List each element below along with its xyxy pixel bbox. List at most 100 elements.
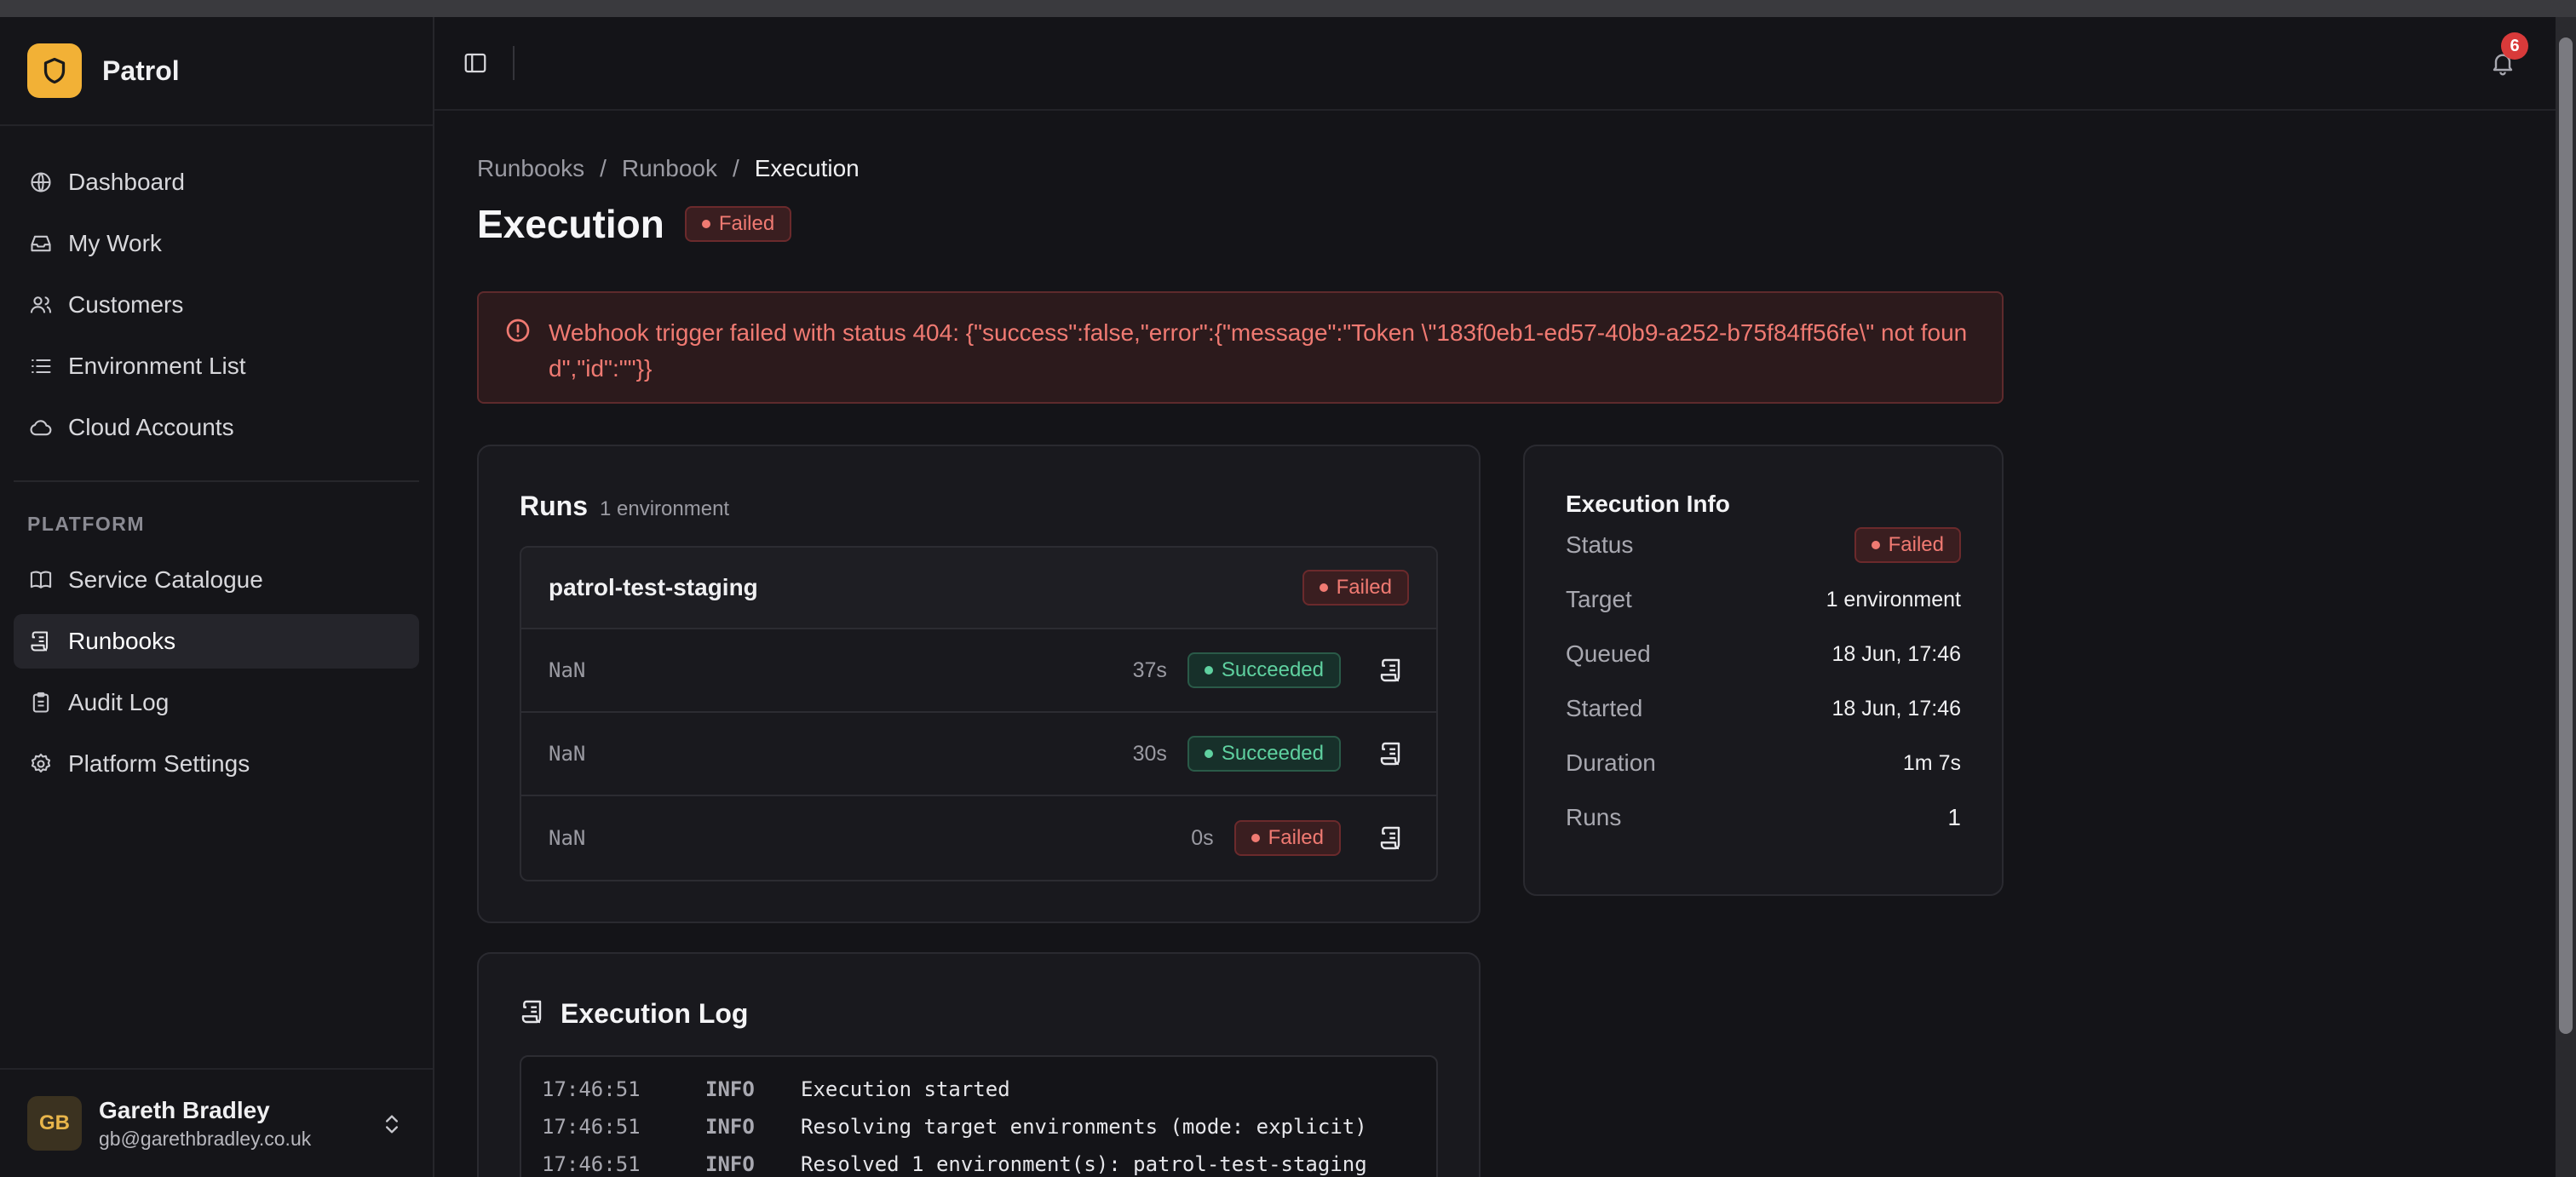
status-badge-label: Succeeded <box>1221 658 1324 681</box>
sidebar-item-label: Customers <box>68 291 184 318</box>
log-message: Resolving target environments (mode: exp… <box>801 1115 1367 1139</box>
view-log-button[interactable] <box>1375 821 1409 855</box>
info-label: Duration <box>1566 749 1656 776</box>
info-label: Target <box>1566 586 1632 612</box>
status-badge: Failed <box>1233 820 1341 856</box>
run-duration: 37s <box>1132 657 1167 682</box>
sidebar-item-customers[interactable]: Customers <box>14 278 419 332</box>
list-icon <box>27 353 55 380</box>
run-duration: 0s <box>1191 825 1214 850</box>
environment-row[interactable]: patrol-test-staging Failed <box>521 548 1436 629</box>
sidebar-item-label: Platform Settings <box>68 750 250 777</box>
status-dot <box>1319 583 1328 592</box>
breadcrumb-separator: / <box>732 155 739 181</box>
header-separator <box>513 46 515 80</box>
runs-table: patrol-test-staging Failed NaN 37s Succe… <box>520 546 1438 881</box>
sidebar-divider <box>14 480 419 482</box>
sidebar-item-runbooks[interactable]: Runbooks <box>14 614 419 669</box>
sidebar-item-label: Service Catalogue <box>68 566 263 593</box>
alert-circle-icon <box>504 317 533 346</box>
scroll-icon <box>1380 742 1400 766</box>
status-badge-label: Failed <box>718 212 775 235</box>
brand-name: Patrol <box>102 55 180 86</box>
execution-info-card: Execution Info Status Failed Target 1 en… <box>1523 445 2004 896</box>
user-info: Gareth Bradley gb@garethbradley.co.uk <box>99 1097 311 1151</box>
user-menu[interactable]: GB Gareth Bradley gb@garethbradley.co.uk <box>0 1068 433 1177</box>
run-duration: 30s <box>1132 741 1167 766</box>
run-row[interactable]: NaN 30s Succeeded <box>521 713 1436 796</box>
panel-left-icon <box>464 53 486 73</box>
log-message: Execution started <box>801 1077 1010 1101</box>
page-content: Runbooks / Runbook / Execution Execution… <box>477 111 2010 1177</box>
sidebar-item-platform-settings[interactable]: Platform Settings <box>14 737 419 791</box>
gear-icon <box>27 750 55 778</box>
info-row-target: Target 1 environment <box>1566 572 1961 627</box>
execution-log-title: Execution Log <box>561 998 749 1029</box>
status-badge-label: Failed <box>1336 576 1392 599</box>
section-label-platform: PLATFORM <box>27 513 146 535</box>
view-log-button[interactable] <box>1375 737 1409 771</box>
status-dot <box>1204 666 1213 675</box>
runs-subtitle: 1 environment <box>600 497 730 520</box>
shield-icon <box>27 43 82 98</box>
info-label: Queued <box>1566 640 1651 667</box>
sidebar-item-label: Dashboard <box>68 169 185 195</box>
status-badge: Failed <box>684 206 792 242</box>
breadcrumb-current: Execution <box>754 155 860 181</box>
info-value: 1m 7s <box>1902 750 1961 775</box>
log-time: 17:46:51 <box>542 1115 641 1139</box>
status-badge: Failed <box>1302 570 1409 606</box>
brand[interactable]: Patrol <box>0 17 433 126</box>
sidebar-toggle-button[interactable] <box>458 46 492 80</box>
run-id: NaN <box>549 658 586 682</box>
runs-title: Runs <box>520 491 588 521</box>
sidebar-item-service-catalogue[interactable]: Service Catalogue <box>14 553 419 607</box>
log-level: INFO <box>705 1115 755 1139</box>
avatar: GB <box>27 1096 82 1151</box>
sidebar-item-dashboard[interactable]: Dashboard <box>14 155 419 210</box>
left-column: Runs 1 environment patrol-test-staging F… <box>477 445 1481 1177</box>
log-time: 17:46:51 <box>542 1077 641 1101</box>
scroll-icon <box>520 998 547 1030</box>
status-dot <box>1251 834 1260 842</box>
view-log-button[interactable] <box>1375 653 1409 687</box>
status-badge-label: Failed <box>1268 826 1324 849</box>
log-output[interactable]: 17:46:51 INFO Execution started 17:46:51… <box>520 1055 1438 1177</box>
users-icon <box>27 291 55 319</box>
page-title: Execution <box>477 202 664 246</box>
log-level: INFO <box>705 1152 755 1176</box>
scroll-icon <box>1380 826 1400 850</box>
platform-nav: Service Catalogue Runbooks Audit Log Pla… <box>0 553 433 791</box>
notification-count-badge: 6 <box>2501 32 2528 60</box>
error-alert-message: Webhook trigger failed with status 404: … <box>549 319 1968 382</box>
breadcrumb-link-runbooks[interactable]: Runbooks <box>477 155 584 182</box>
info-row-status: Status Failed <box>1566 518 1961 572</box>
error-alert: Webhook trigger failed with status 404: … <box>477 291 2004 404</box>
run-row[interactable]: NaN 37s Succeeded <box>521 629 1436 713</box>
sidebar-item-my-work[interactable]: My Work <box>14 216 419 271</box>
info-label: Runs <box>1566 804 1622 830</box>
status-dot <box>701 220 710 228</box>
cards-row: Runs 1 environment patrol-test-staging F… <box>477 445 2010 1177</box>
breadcrumb-link-runbook[interactable]: Runbook <box>622 155 717 182</box>
sidebar-item-environment-list[interactable]: Environment List <box>14 339 419 393</box>
info-label: Started <box>1566 695 1643 721</box>
log-message: Resolved 1 environment(s): patrol-test-s… <box>801 1152 1367 1176</box>
breadcrumb-separator: / <box>600 155 607 181</box>
scrollbar[interactable] <box>2556 17 2576 1177</box>
main-content: 6 Runbooks / Runbook / Execution Executi… <box>434 17 2556 1177</box>
breadcrumb: Runbooks / Runbook / Execution <box>477 155 2010 182</box>
info-value: 18 Jun, 17:46 <box>1831 696 1961 721</box>
sidebar-item-cloud-accounts[interactable]: Cloud Accounts <box>14 400 419 455</box>
scrollbar-thumb[interactable] <box>2559 37 2573 1034</box>
status-badge: Failed <box>1854 527 1961 563</box>
status-badge: Succeeded <box>1187 652 1341 688</box>
status-badge-label: Succeeded <box>1221 742 1324 765</box>
run-row[interactable]: NaN 0s Failed <box>521 796 1436 880</box>
log-line: 17:46:51 INFO Resolved 1 environment(s):… <box>542 1152 1416 1177</box>
execution-log-header: Execution Log <box>520 998 1438 1030</box>
app: Patrol Dashboard My Work Customers Envir… <box>0 17 2556 1177</box>
sidebar-item-label: Environment List <box>68 353 246 379</box>
info-value: 18 Jun, 17:46 <box>1831 641 1961 666</box>
sidebar-item-audit-log[interactable]: Audit Log <box>14 675 419 730</box>
